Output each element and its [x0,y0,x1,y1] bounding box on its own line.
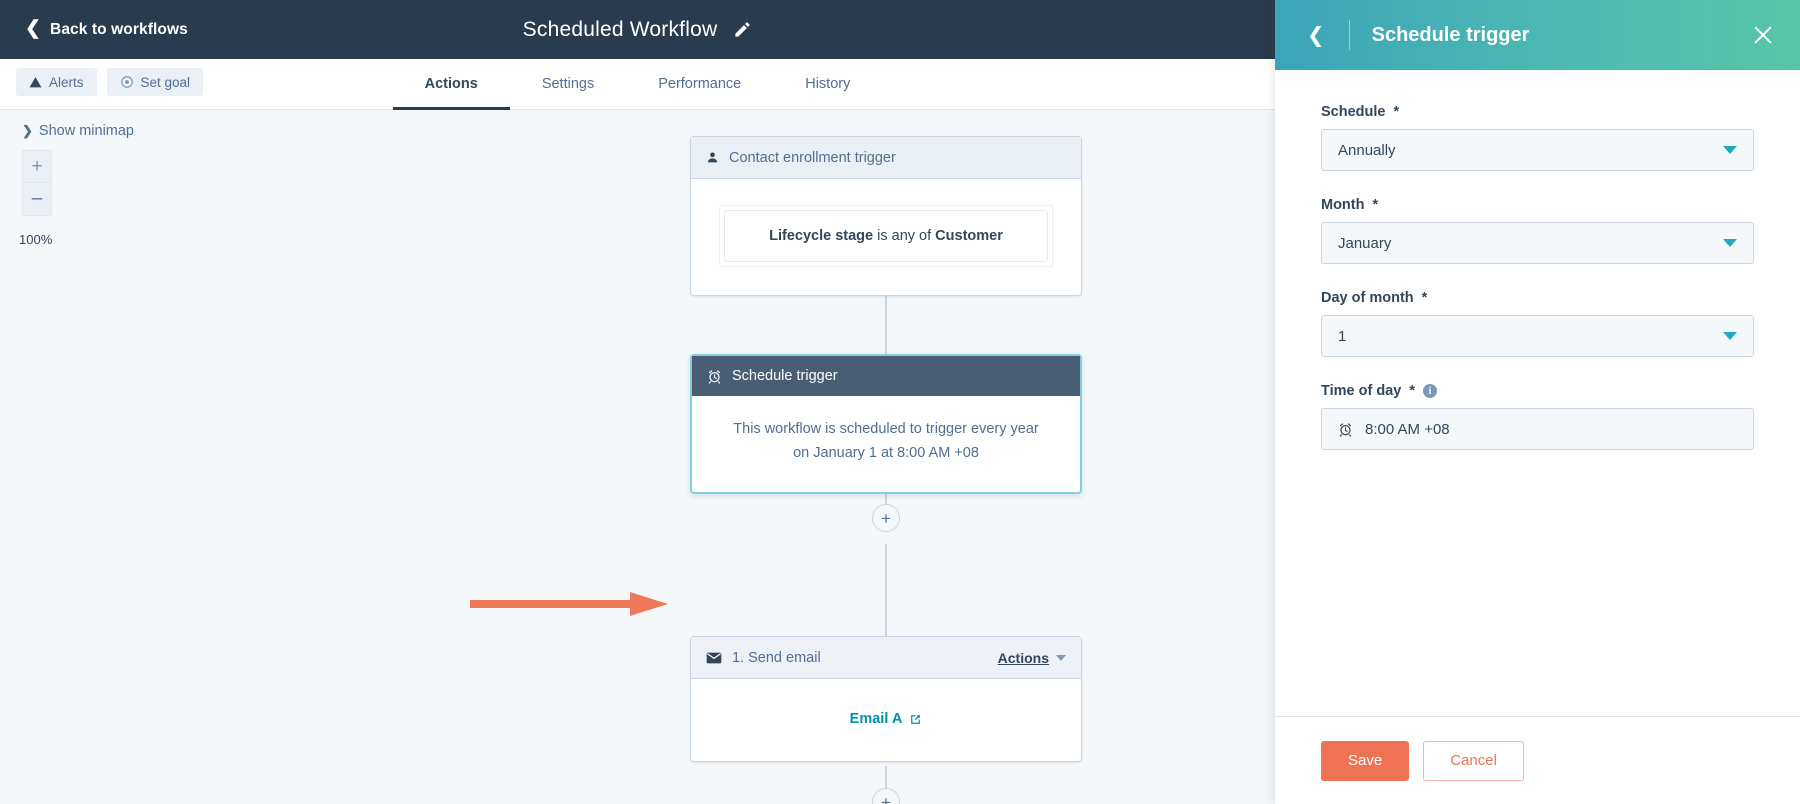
pencil-icon[interactable] [733,20,752,39]
add-action-button-1[interactable]: + [872,504,900,532]
label-text: Time of day [1321,383,1402,399]
label-text: Day of month [1321,290,1414,306]
connector-line-3 [885,544,887,636]
day-of-month-select-value: 1 [1338,327,1347,345]
time-of-day-value: 8:00 AM +08 [1365,420,1450,438]
schedule-header-label: Schedule trigger [732,368,838,384]
tab-actions[interactable]: Actions [392,60,510,110]
schedule-select[interactable]: Annually [1321,129,1754,171]
tab-performance[interactable]: Performance [626,60,773,110]
send-email-action-card[interactable]: 1. Send email Actions Email A [690,636,1082,762]
secondary-toolbar: Alerts Set goal Actions Settings Perform… [0,59,1275,110]
panel-back-button[interactable]: ❮ [1307,25,1325,46]
criteria-property: Lifecycle stage [769,228,874,244]
card-header: Contact enrollment trigger [691,137,1081,179]
criteria-operator: is any of [873,228,936,244]
tab-settings[interactable]: Settings [510,60,626,110]
alarm-clock-icon [708,369,721,384]
field-schedule: Schedule * Annually [1321,104,1754,171]
card-body: Lifecycle stage is any of Customer [691,179,1081,295]
alarm-clock-icon [1339,422,1352,437]
card-actions-label: Actions [997,649,1049,666]
required-marker: * [1421,290,1428,306]
add-action-button-2[interactable]: + [872,788,900,804]
tab-settings-label: Settings [541,75,595,92]
tab-history-label: History [805,75,851,92]
contact-person-icon [707,152,718,163]
zoom-in-label: + [31,155,43,177]
schedule-description: This workflow is scheduled to trigger ev… [733,421,1039,461]
chevron-left-icon: ❮ [25,18,42,39]
tab-history[interactable]: History [773,60,882,110]
zoom-out-button[interactable]: – [22,183,52,216]
top-app-bar: ❮ Back to workflows [0,0,1275,59]
required-marker: * [1372,197,1379,213]
plus-icon: + [881,508,891,528]
info-icon[interactable]: i [1422,384,1437,398]
label-text: Month [1321,197,1365,213]
envelope-icon [706,652,722,663]
contact-enrollment-trigger-card[interactable]: Contact enrollment trigger Lifecycle sta… [690,136,1082,296]
annotation-arrow [470,592,668,616]
time-of-day-input[interactable]: 8:00 AM +08 [1321,408,1754,450]
month-select-value: January [1338,234,1392,252]
chevron-down-icon [1723,239,1737,247]
field-time-of-day: Time of day * i 8:00 AM +08 [1321,383,1754,450]
panel-header: ❮ Schedule trigger [1275,0,1800,70]
schedule-trigger-card[interactable]: Schedule trigger This workflow is schedu… [690,354,1082,494]
zoom-controls: + – [22,150,52,216]
email-asset-link[interactable]: Email A [691,679,1081,761]
email-header-label: 1. Send email [732,649,821,666]
tab-actions-label: Actions [424,75,478,92]
workflow-editor-screen: ❮ Back to workflows Scheduled Workflow A… [0,0,1800,804]
show-minimap-toggle[interactable]: ❯ Show minimap [22,123,134,139]
workflow-canvas[interactable]: ❯ Show minimap + – 100% + + Contact enro… [0,110,1275,804]
chevron-down-icon [1723,146,1737,154]
external-link-icon [911,714,921,724]
email-asset-label: Email A [849,711,903,727]
panel-title: Schedule trigger [1371,23,1530,46]
field-schedule-label: Schedule * [1321,104,1754,120]
chevron-down-icon [1056,654,1066,661]
card-header-left: 1. Send email [706,650,821,666]
panel-form: Schedule * Annually Month * January Day … [1275,70,1800,716]
label-text: Schedule [1321,104,1386,120]
cancel-button[interactable]: Cancel [1423,740,1524,781]
field-day-of-month-label: Day of month * [1321,290,1754,306]
zoom-percent-label: 100% [19,232,53,247]
enrollment-header-label: Contact enrollment trigger [729,149,896,166]
required-marker: * [1393,104,1400,120]
tab-performance-label: Performance [658,75,742,92]
day-of-month-select[interactable]: 1 [1321,315,1754,357]
panel-header-divider [1348,20,1350,50]
panel-footer: Save Cancel [1275,716,1800,804]
back-to-workflows-label: Back to workflows [50,20,188,38]
save-button[interactable]: Save [1321,740,1410,781]
schedule-select-value: Annually [1338,141,1396,159]
zoom-in-button[interactable]: + [22,150,52,183]
card-header: 1. Send email Actions [691,637,1081,679]
show-minimap-label: Show minimap [38,123,134,139]
criteria-value: Customer [935,228,1003,244]
field-month: Month * January [1321,197,1754,264]
criteria-wrapper: Lifecycle stage is any of Customer [719,205,1053,267]
back-to-workflows-link[interactable]: ❮ Back to workflows [25,18,188,39]
month-select[interactable]: January [1321,222,1754,264]
field-month-label: Month * [1321,197,1754,213]
card-actions-dropdown[interactable]: Actions [998,650,1066,666]
field-time-of-day-label: Time of day * i [1321,383,1754,399]
required-marker: * [1409,383,1415,399]
zoom-out-label: – [31,188,43,209]
chevron-right-icon: ❯ [22,123,33,138]
card-header: Schedule trigger [692,356,1080,396]
close-x-icon[interactable] [1752,24,1774,46]
enrollment-criteria[interactable]: Lifecycle stage is any of Customer [724,210,1048,262]
plus-icon: + [881,792,891,804]
chevron-down-icon [1723,332,1737,340]
schedule-trigger-panel: ❮ Schedule trigger Schedule * Annually Mo… [1275,0,1800,804]
field-day-of-month: Day of month * 1 [1321,290,1754,357]
tab-bar: Actions Settings Performance History [0,59,1275,110]
